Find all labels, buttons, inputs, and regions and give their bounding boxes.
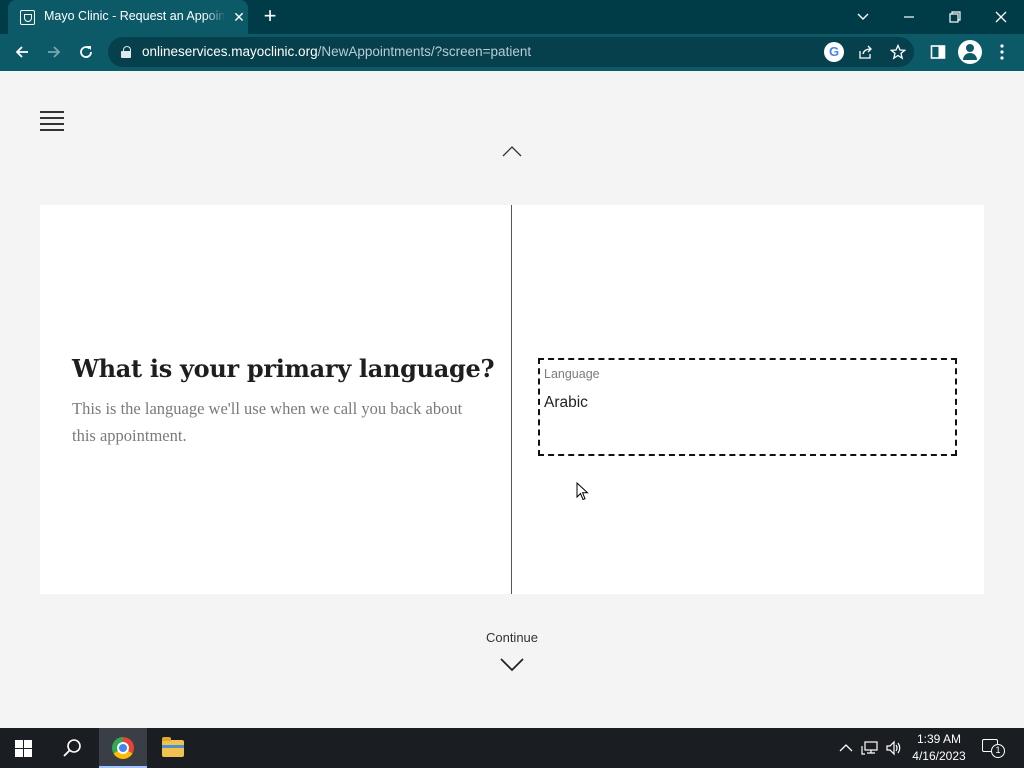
language-field-label: Language: [544, 367, 600, 381]
profile-avatar-icon[interactable]: [958, 40, 982, 64]
tab-close-icon[interactable]: ✕: [230, 7, 248, 27]
notification-count-badge: 1: [991, 744, 1005, 758]
tab-title-fade: [204, 6, 226, 28]
chrome-icon: [112, 737, 134, 759]
mayo-clinic-favicon-icon: [20, 10, 35, 25]
file-explorer-icon: [162, 737, 184, 757]
lock-icon[interactable]: [121, 46, 131, 58]
window-close-icon[interactable]: [978, 0, 1024, 34]
clock-time: 1:39 AM: [916, 732, 962, 746]
tab-title: Mayo Clinic - Request an Appointment: [44, 9, 224, 23]
previous-question-chevron-up-icon[interactable]: [502, 145, 522, 157]
volume-icon[interactable]: [884, 738, 904, 758]
windows-taskbar: 1:39 AM 4/16/2023 1: [0, 728, 1024, 768]
browser-tab-strip: Mayo Clinic - Request an Appointment ✕ +: [0, 0, 1024, 34]
continue-chevron-down-icon[interactable]: [500, 657, 524, 673]
question-heading: What is your primary language?: [72, 354, 495, 383]
bookmark-star-icon[interactable]: [888, 42, 908, 62]
tab-search-chevron-down-icon[interactable]: [840, 0, 886, 34]
question-card: What is your primary language? This is t…: [40, 205, 984, 594]
chevron-up-icon[interactable]: [836, 738, 856, 758]
question-helper-text: This is the language we'll use when we c…: [72, 399, 463, 445]
language-field-value[interactable]: Arabic: [544, 394, 588, 412]
network-icon[interactable]: [860, 738, 880, 758]
side-panel-icon[interactable]: [926, 40, 950, 64]
url-text[interactable]: onlineservices.mayoclinic.org/NewAppoint…: [142, 44, 531, 59]
card-divider: [511, 205, 512, 594]
file-explorer-taskbar-button[interactable]: [148, 728, 196, 768]
continue-label[interactable]: Continue: [462, 630, 562, 645]
url-host: onlineservices.mayoclinic.org: [142, 44, 318, 59]
url-path: /NewAppointments/?screen=patient: [317, 44, 532, 59]
browser-toolbar: onlineservices.mayoclinic.org/NewAppoint…: [0, 34, 1024, 71]
search-icon[interactable]: [60, 736, 84, 760]
forward-arrow-icon[interactable]: [40, 38, 68, 66]
reload-icon[interactable]: [72, 38, 100, 66]
minimize-icon[interactable]: [886, 0, 932, 34]
new-tab-plus-icon[interactable]: +: [258, 5, 282, 29]
system-clock[interactable]: 1:39 AM 4/16/2023: [908, 731, 970, 765]
chrome-taskbar-button[interactable]: [99, 728, 147, 768]
language-select-field[interactable]: Language Arabic: [538, 358, 957, 456]
back-arrow-icon[interactable]: [8, 38, 36, 66]
notification-center-icon[interactable]: 1: [982, 738, 1005, 758]
mouse-cursor-icon: [576, 482, 589, 501]
hamburger-menu-icon[interactable]: [40, 111, 64, 131]
google-icon[interactable]: G: [824, 42, 844, 62]
browser-tab[interactable]: Mayo Clinic - Request an Appointment ✕: [8, 0, 248, 34]
clock-date: 4/16/2023: [912, 749, 966, 763]
restore-icon[interactable]: [932, 0, 978, 34]
windows-start-icon[interactable]: [15, 740, 32, 757]
share-icon[interactable]: [856, 42, 876, 62]
address-bar[interactable]: onlineservices.mayoclinic.org/NewAppoint…: [108, 37, 914, 67]
more-menu-icon[interactable]: [990, 40, 1014, 64]
